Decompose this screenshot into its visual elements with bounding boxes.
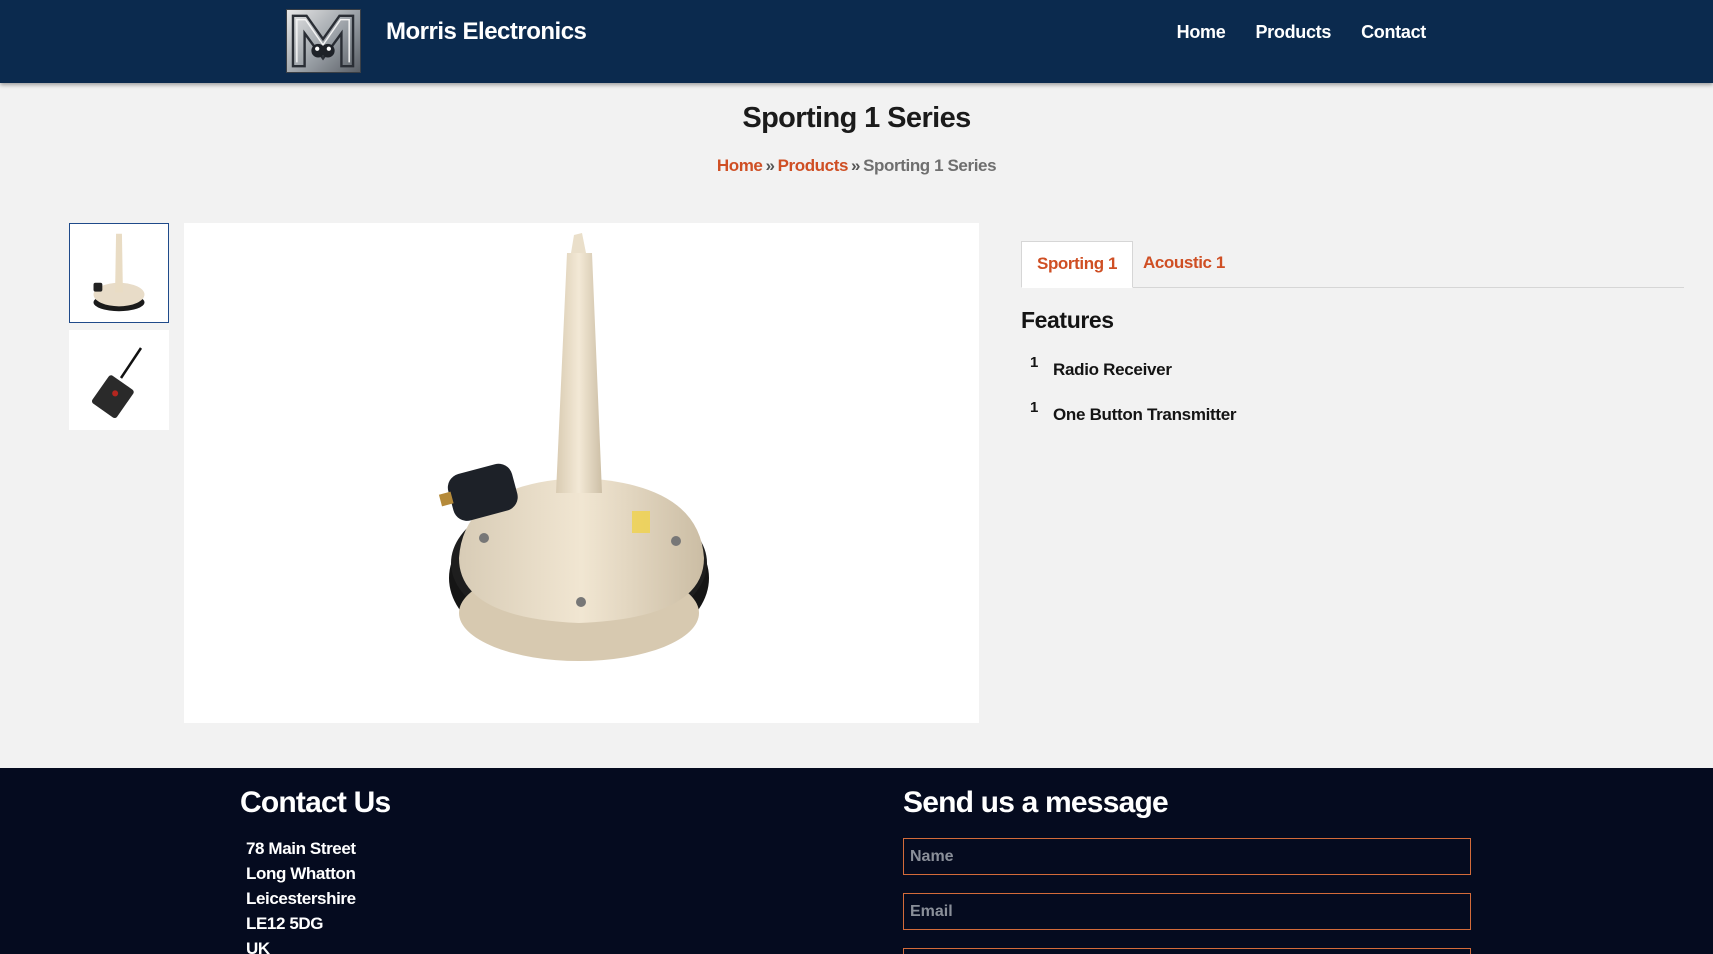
site-footer: Contact Us 78 Main Street Long Whatton L… <box>0 768 1713 954</box>
thumbnail-transmitter[interactable] <box>69 330 169 430</box>
features-heading: Features <box>1021 307 1114 333</box>
transmitter-thumbnail-image <box>91 347 143 418</box>
feature-name: Radio Receiver <box>1053 360 1172 379</box>
feature-quantity: 1 <box>1030 399 1039 416</box>
address-line: LE12 5DG <box>246 914 324 933</box>
email-input[interactable] <box>903 893 1471 930</box>
tab-acoustic-1[interactable]: Acoustic 1 <box>1128 241 1240 288</box>
message-input[interactable] <box>903 948 1471 954</box>
feature-name: One Button Transmitter <box>1053 405 1237 424</box>
site-header: Morris Electronics Home Products Contact <box>0 0 1713 83</box>
name-input[interactable] <box>903 838 1471 875</box>
feature-item: 1 Radio Receiver <box>1030 354 1172 380</box>
main-nav: Home Products Contact <box>1177 22 1427 43</box>
receiver-product-image <box>438 233 709 661</box>
breadcrumb: Home» Products» Sporting 1 Series <box>0 156 1713 176</box>
logo-m-icon <box>291 14 355 68</box>
address-line: UK <box>246 939 270 954</box>
page-title: Sporting 1 Series <box>742 102 971 134</box>
send-message-heading: Send us a message <box>903 786 1169 819</box>
address-block: 78 Main Street Long Whatton Leicestershi… <box>246 836 356 954</box>
breadcrumb-products-link[interactable]: Products <box>778 156 849 175</box>
breadcrumb-separator: » <box>765 156 775 175</box>
feature-item: 1 One Button Transmitter <box>1030 399 1237 425</box>
brand-logo[interactable] <box>286 9 361 73</box>
brand-name[interactable]: Morris Electronics <box>386 18 587 46</box>
breadcrumb-separator: » <box>851 156 861 175</box>
tab-sporting-1[interactable]: Sporting 1 <box>1021 241 1134 288</box>
address-line: Leicestershire <box>246 889 356 908</box>
product-tabs: Sporting 1 Acoustic 1 <box>1021 241 1684 288</box>
contact-us-heading: Contact Us <box>240 786 391 819</box>
feature-quantity: 1 <box>1030 354 1039 371</box>
breadcrumb-current: Sporting 1 Series <box>863 156 997 175</box>
nav-contact-link[interactable]: Contact <box>1361 22 1426 43</box>
nav-home-link[interactable]: Home <box>1177 22 1226 43</box>
thumbnail-receiver[interactable] <box>69 223 169 323</box>
nav-products-link[interactable]: Products <box>1255 22 1331 43</box>
address-line: 78 Main Street <box>246 839 356 858</box>
product-main-image <box>184 223 979 723</box>
breadcrumb-home-link[interactable]: Home <box>717 156 763 175</box>
address-line: Long Whatton <box>246 864 356 883</box>
receiver-thumbnail-image <box>93 233 145 312</box>
